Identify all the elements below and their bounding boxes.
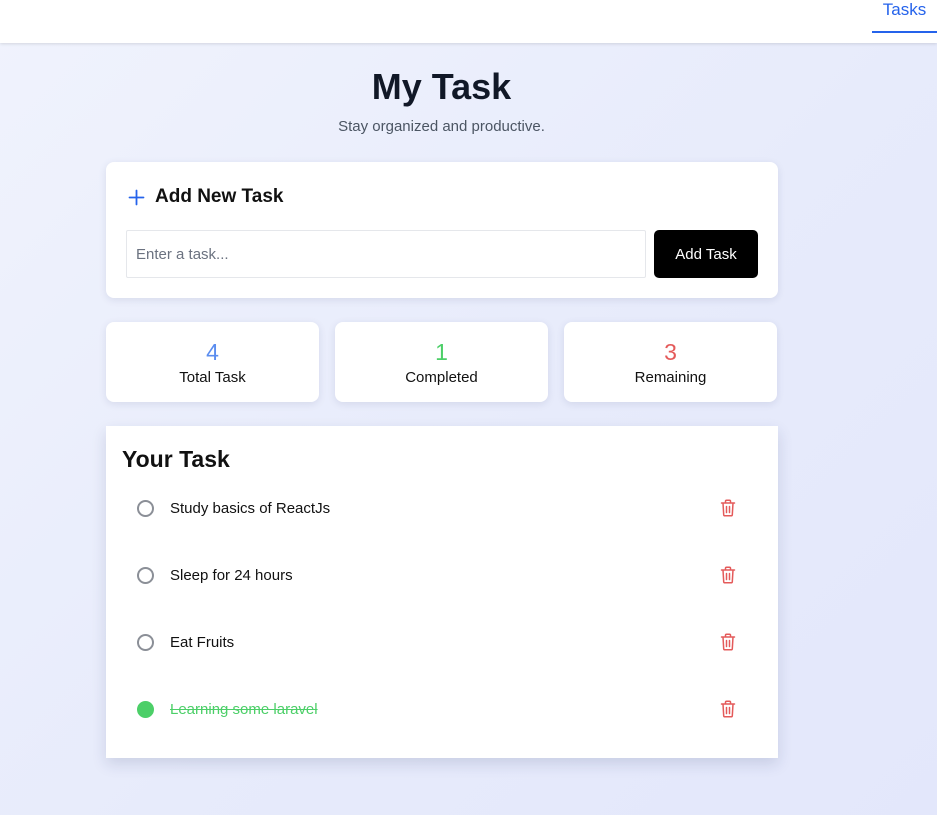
plus-icon [128, 189, 145, 205]
add-task-header: Add New Task [128, 186, 283, 208]
task-row: Learning some laravel [126, 689, 758, 729]
task-text: Study basics of ReactJs [170, 499, 331, 517]
task-text: Eat Fruits [170, 633, 235, 651]
trash-icon[interactable] [720, 566, 736, 584]
stat-completed-label: Completed [405, 369, 478, 386]
task-row: Study basics of ReactJs [126, 488, 758, 528]
stat-total-value: 4 [206, 339, 219, 365]
task-row: Eat Fruits [126, 622, 758, 662]
stat-card-total: 4 Total Task [106, 322, 319, 402]
filled-circle-icon[interactable] [137, 700, 154, 718]
stat-card-completed: 1 Completed [335, 322, 548, 402]
circle-icon[interactable] [137, 566, 154, 584]
stat-remaining-label: Remaining [634, 369, 707, 386]
page-title: My Task [371, 66, 512, 107]
stat-total-label: Total Task [179, 369, 246, 386]
top-navbar: Tasks [0, 0, 937, 43]
trash-icon[interactable] [720, 499, 736, 517]
circle-icon[interactable] [137, 499, 154, 517]
trash-icon[interactable] [720, 700, 736, 718]
add-task-card: Add New Task Add Task [106, 162, 778, 298]
task-list-title: Your Task [122, 446, 230, 472]
task-input[interactable] [126, 230, 646, 278]
add-task-button[interactable]: Add Task [654, 230, 758, 278]
task-text: Sleep for 24 hours [170, 566, 293, 584]
page-subtitle: Stay organized and productive. [338, 118, 545, 135]
circle-icon[interactable] [137, 633, 154, 651]
task-row: Sleep for 24 hours [126, 555, 758, 595]
nav-tab-tasks[interactable]: Tasks [872, 0, 937, 33]
stat-remaining-value: 3 [664, 339, 677, 365]
trash-icon[interactable] [720, 633, 736, 651]
add-task-title: Add New Task [155, 186, 284, 207]
task-list-card: Your Task Study basics of ReactJs Sleep … [106, 426, 778, 758]
stat-completed-value: 1 [435, 339, 448, 365]
stat-card-remaining: 3 Remaining [564, 322, 777, 402]
task-text: Learning some laravel [170, 700, 318, 718]
